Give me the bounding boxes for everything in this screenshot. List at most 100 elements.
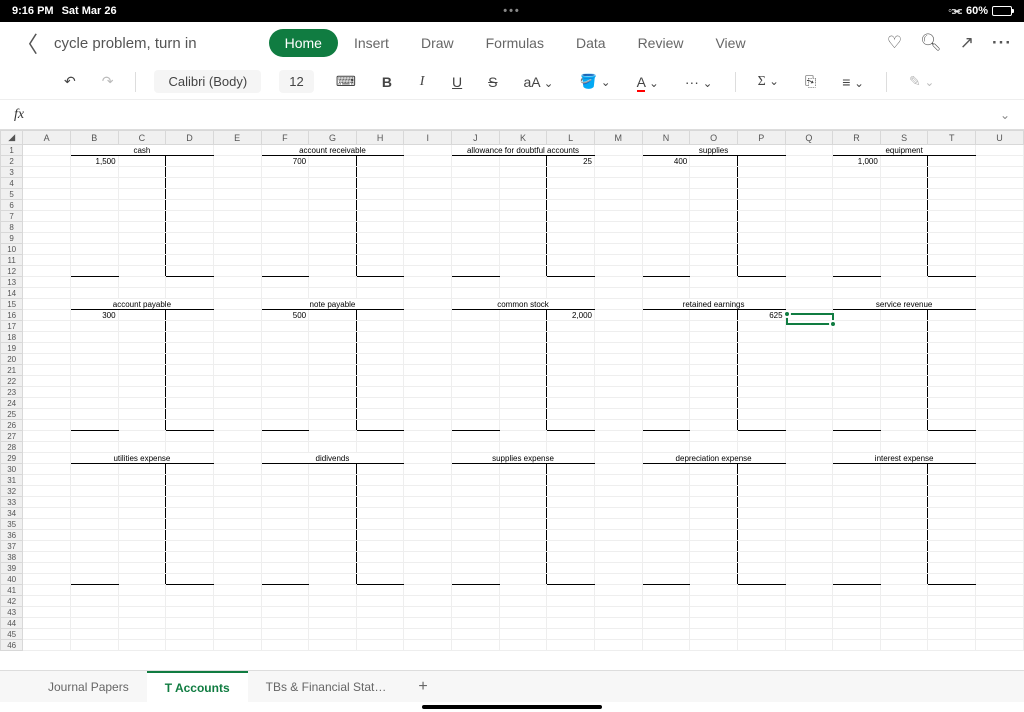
cell-Q6[interactable]	[785, 200, 833, 211]
cell-F27[interactable]	[261, 431, 309, 442]
cell-U38[interactable]	[976, 552, 1024, 563]
row-header-44[interactable]: 44	[1, 618, 23, 629]
row-header-23[interactable]: 23	[1, 387, 23, 398]
cell-M35[interactable]	[594, 519, 642, 530]
cell-J37[interactable]	[452, 541, 500, 552]
cell-K45[interactable]	[499, 629, 547, 640]
cell-Q23[interactable]	[785, 387, 833, 398]
cell-H18[interactable]	[356, 332, 404, 343]
cell-B25[interactable]	[70, 409, 118, 420]
cell-N12[interactable]	[642, 266, 690, 277]
cell-C39[interactable]	[118, 563, 166, 574]
cell-C38[interactable]	[118, 552, 166, 563]
cell-H28[interactable]	[356, 442, 404, 453]
cell-I29[interactable]	[404, 453, 452, 464]
cell-K12[interactable]	[499, 266, 547, 277]
cell-P36[interactable]	[737, 530, 785, 541]
cell-P21[interactable]	[737, 365, 785, 376]
cell-F25[interactable]	[261, 409, 309, 420]
cell-R15[interactable]: service revenue	[833, 299, 976, 310]
cell-N9[interactable]	[642, 233, 690, 244]
cell-M38[interactable]	[594, 552, 642, 563]
cell-B1[interactable]: cash	[70, 145, 213, 156]
cell-G35[interactable]	[309, 519, 357, 530]
col-header-F[interactable]: F	[261, 131, 309, 145]
cell-M9[interactable]	[594, 233, 642, 244]
cell-H22[interactable]	[356, 376, 404, 387]
tab-home[interactable]: Home	[269, 29, 338, 57]
cell-B31[interactable]	[70, 475, 118, 486]
search-icon[interactable]: 🔍︎	[920, 33, 942, 53]
font-color-button[interactable]: A ⌄	[633, 72, 663, 92]
cell-G8[interactable]	[309, 222, 357, 233]
cell-E17[interactable]	[213, 321, 261, 332]
cell-U18[interactable]	[976, 332, 1024, 343]
cell-O35[interactable]	[690, 519, 738, 530]
cell-M10[interactable]	[594, 244, 642, 255]
cell-K38[interactable]	[499, 552, 547, 563]
tab-insert[interactable]: Insert	[338, 29, 405, 57]
cell-P12[interactable]	[737, 266, 785, 277]
cell-R18[interactable]	[833, 332, 881, 343]
cell-S2[interactable]	[880, 156, 928, 167]
cell-S28[interactable]	[880, 442, 928, 453]
cell-B28[interactable]	[70, 442, 118, 453]
cell-I31[interactable]	[404, 475, 452, 486]
cell-C8[interactable]	[118, 222, 166, 233]
cell-K6[interactable]	[499, 200, 547, 211]
cell-I41[interactable]	[404, 585, 452, 596]
cell-R12[interactable]	[833, 266, 881, 277]
cell-O7[interactable]	[690, 211, 738, 222]
cell-I12[interactable]	[404, 266, 452, 277]
col-header-K[interactable]: K	[499, 131, 547, 145]
cell-K24[interactable]	[499, 398, 547, 409]
cell-H46[interactable]	[356, 640, 404, 651]
cell-R43[interactable]	[833, 607, 881, 618]
col-header-Q[interactable]: Q	[785, 131, 833, 145]
cell-T13[interactable]	[928, 277, 976, 288]
document-title[interactable]: cycle problem, turn in	[54, 35, 197, 52]
cell-M1[interactable]	[594, 145, 642, 156]
cell-H41[interactable]	[356, 585, 404, 596]
cell-E19[interactable]	[213, 343, 261, 354]
cell-A12[interactable]	[23, 266, 71, 277]
cell-L6[interactable]	[547, 200, 595, 211]
row-header-21[interactable]: 21	[1, 365, 23, 376]
cell-C7[interactable]	[118, 211, 166, 222]
cell-M30[interactable]	[594, 464, 642, 475]
cell-F28[interactable]	[261, 442, 309, 453]
cell-F35[interactable]	[261, 519, 309, 530]
cell-F46[interactable]	[261, 640, 309, 651]
cell-Q39[interactable]	[785, 563, 833, 574]
cell-P27[interactable]	[737, 431, 785, 442]
cell-A11[interactable]	[23, 255, 71, 266]
cell-Q21[interactable]	[785, 365, 833, 376]
cell-I44[interactable]	[404, 618, 452, 629]
cell-J10[interactable]	[452, 244, 500, 255]
cell-L9[interactable]	[547, 233, 595, 244]
cell-I40[interactable]	[404, 574, 452, 585]
cell-G5[interactable]	[309, 189, 357, 200]
cell-J24[interactable]	[452, 398, 500, 409]
cell-B9[interactable]	[70, 233, 118, 244]
row-header-31[interactable]: 31	[1, 475, 23, 486]
cell-S13[interactable]	[880, 277, 928, 288]
cell-D41[interactable]	[166, 585, 214, 596]
cell-L40[interactable]	[547, 574, 595, 585]
cell-U44[interactable]	[976, 618, 1024, 629]
cell-P17[interactable]	[737, 321, 785, 332]
cell-I16[interactable]	[404, 310, 452, 321]
cell-N3[interactable]	[642, 167, 690, 178]
cell-B39[interactable]	[70, 563, 118, 574]
cell-C6[interactable]	[118, 200, 166, 211]
cell-E41[interactable]	[213, 585, 261, 596]
cell-Q7[interactable]	[785, 211, 833, 222]
cell-C41[interactable]	[118, 585, 166, 596]
row-header-39[interactable]: 39	[1, 563, 23, 574]
cell-B22[interactable]	[70, 376, 118, 387]
cell-F43[interactable]	[261, 607, 309, 618]
more-icon[interactable]: ···	[992, 33, 1012, 53]
cell-J20[interactable]	[452, 354, 500, 365]
cell-F44[interactable]	[261, 618, 309, 629]
cell-N13[interactable]	[642, 277, 690, 288]
